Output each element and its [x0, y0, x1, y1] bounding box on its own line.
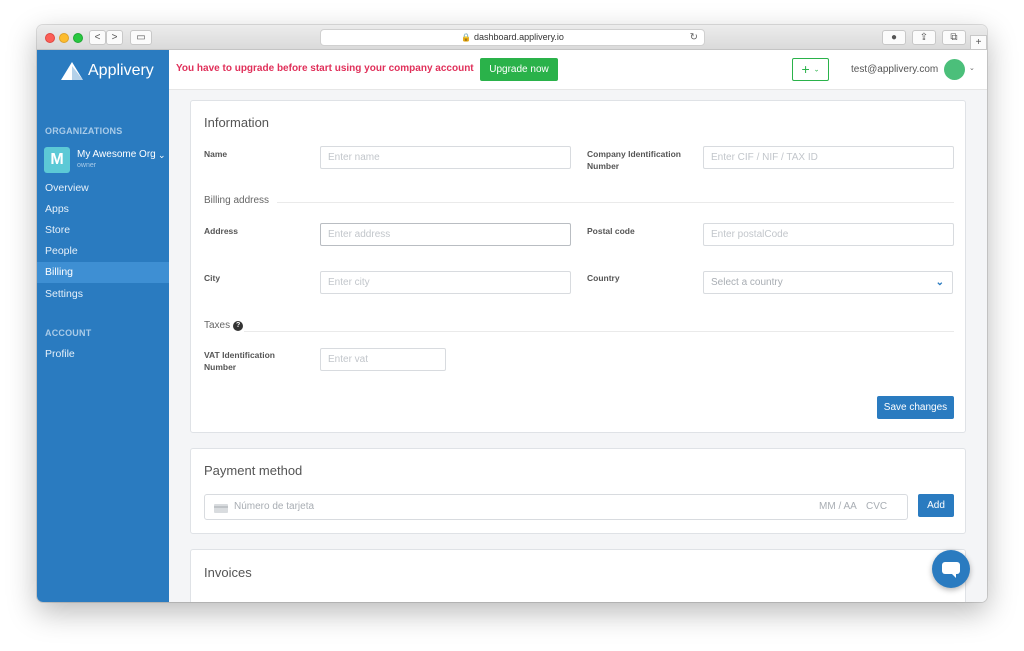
chat-icon	[942, 562, 960, 578]
billing-address-divider	[277, 202, 954, 203]
sidebar-item-billing[interactable]: Billing	[37, 262, 169, 283]
organizations-heading: ORGANIZATIONS	[45, 126, 123, 136]
top-header: You have to upgrade before start using y…	[169, 50, 987, 90]
help-icon[interactable]: ?	[233, 321, 244, 331]
add-menu-button[interactable]: + ⌄	[792, 58, 829, 81]
browser-window: < > ▭ 🔒 dashboard.applivery.io ↻ ● ⇪ ⧉ + …	[37, 25, 987, 602]
user-avatar[interactable]	[944, 59, 965, 80]
country-select-value: Select a country	[711, 277, 783, 288]
chevron-down-icon: ⌄	[935, 277, 944, 288]
invoices-card: Invoices	[190, 549, 966, 602]
address-label: Address	[204, 226, 239, 236]
name-label: Name	[204, 149, 228, 159]
reload-icon[interactable]: ↻	[690, 30, 698, 45]
save-changes-button[interactable]: Save changes	[877, 396, 954, 419]
zoom-window-button[interactable]	[73, 33, 83, 43]
information-card: Information Name Enter name Company Iden…	[190, 100, 966, 433]
country-label: Country	[587, 273, 620, 283]
payment-method-card: Payment method Número de tarjeta MM / AA…	[190, 448, 966, 534]
chevron-down-icon[interactable]: ⌄	[969, 64, 975, 72]
credit-card-icon	[214, 504, 228, 513]
sidebar-item-overview[interactable]: Overview	[37, 178, 169, 199]
city-label: City	[204, 273, 221, 283]
upgrade-warning: You have to upgrade before start using y…	[176, 63, 474, 74]
url-text: dashboard.applivery.io	[474, 32, 564, 42]
company-id-label: Company Identification Number	[587, 149, 681, 171]
card-input[interactable]: Número de tarjeta MM / AA CVC	[204, 494, 908, 520]
sidebar-item-profile[interactable]: Profile	[37, 344, 169, 365]
vat-input[interactable]: Enter vat	[320, 348, 446, 371]
sidebar: Applivery ORGANIZATIONS M My Awesome Org…	[37, 50, 169, 602]
postal-code-label: Postal code	[587, 226, 635, 236]
card-cvc-field[interactable]: CVC	[866, 501, 887, 512]
main-content: Information Name Enter name Company Iden…	[169, 90, 987, 602]
card-number-field[interactable]: Número de tarjeta	[234, 501, 314, 512]
close-window-button[interactable]	[45, 33, 55, 43]
taxes-title-text: Taxes	[204, 320, 231, 331]
back-icon[interactable]: <	[89, 30, 106, 45]
applivery-logo-icon	[61, 62, 83, 80]
account-heading: ACCOUNT	[45, 328, 92, 338]
sidebar-toggle-icon[interactable]: ▭	[130, 30, 152, 45]
name-input[interactable]: Enter name	[320, 146, 571, 169]
download-icon[interactable]: ●	[882, 30, 906, 45]
sidebar-item-store[interactable]: Store	[37, 220, 169, 241]
sidebar-item-people[interactable]: People	[37, 241, 169, 262]
address-input[interactable]: Enter address	[320, 223, 571, 246]
user-email[interactable]: test@applivery.com	[851, 64, 938, 75]
city-input[interactable]: Enter city	[320, 271, 571, 294]
upgrade-now-button[interactable]: Upgrade now	[480, 58, 558, 81]
invoices-title: Invoices	[204, 565, 252, 580]
sidebar-item-apps[interactable]: Apps	[37, 199, 169, 220]
taxes-divider	[244, 331, 954, 332]
company-id-input[interactable]: Enter CIF / NIF / TAX ID	[703, 146, 954, 169]
browser-titlebar: < > ▭ 🔒 dashboard.applivery.io ↻ ● ⇪ ⧉ +	[37, 25, 987, 50]
card-expiry-field[interactable]: MM / AA	[819, 501, 857, 512]
information-title: Information	[204, 115, 270, 130]
vat-label: VAT Identification Number	[204, 350, 275, 372]
billing-address-title: Billing address	[204, 195, 270, 206]
new-tab-icon[interactable]: +	[970, 35, 987, 50]
lock-icon: 🔒	[461, 33, 472, 42]
brand-name: Applivery	[88, 62, 154, 79]
sidebar-item-settings[interactable]: Settings	[37, 284, 169, 305]
org-avatar: M	[44, 147, 70, 173]
plus-icon: +	[801, 61, 810, 77]
add-card-button[interactable]: Add	[918, 494, 954, 517]
forward-icon[interactable]: >	[106, 30, 123, 45]
postal-code-input[interactable]: Enter postalCode	[703, 223, 954, 246]
chevron-down-icon: ⌄	[158, 150, 166, 160]
chat-support-button[interactable]	[932, 550, 970, 588]
share-icon[interactable]: ⇪	[912, 30, 936, 45]
org-switcher[interactable]: M My Awesome Org owner ⌄	[44, 147, 169, 173]
org-name: My Awesome Org	[77, 149, 156, 160]
payment-method-title: Payment method	[204, 463, 303, 478]
minimize-window-button[interactable]	[59, 33, 69, 43]
brand[interactable]: Applivery	[61, 59, 154, 83]
tabs-overview-icon[interactable]: ⧉	[942, 30, 966, 45]
taxes-title: Taxes?	[204, 320, 244, 331]
org-role: owner	[77, 162, 97, 169]
address-bar[interactable]: 🔒 dashboard.applivery.io ↻	[320, 29, 705, 46]
chevron-down-icon: ⌄	[813, 66, 820, 74]
country-select[interactable]: Select a country ⌄	[703, 271, 953, 294]
